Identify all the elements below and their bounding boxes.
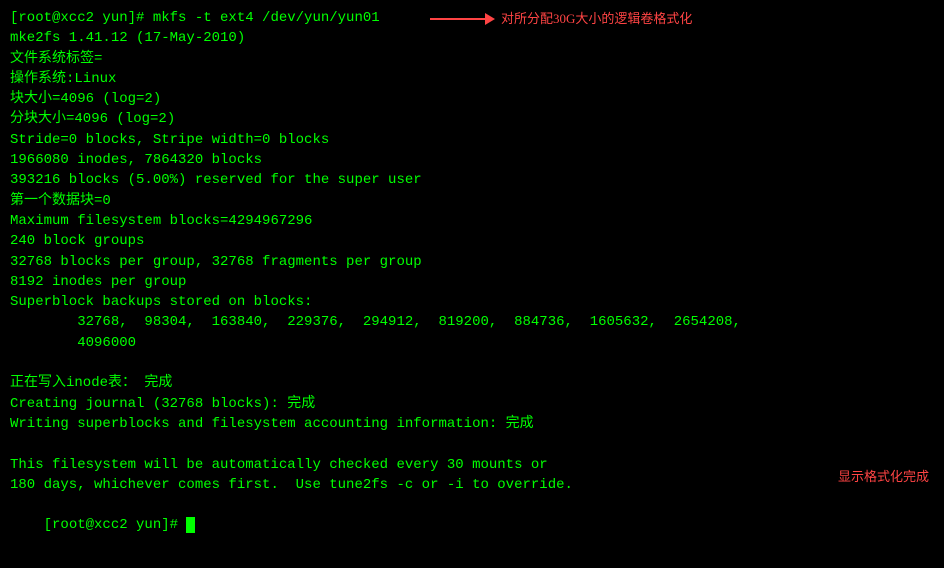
terminal-line-12: 240 block groups [10,231,934,251]
arrow-head-top [485,13,495,25]
annotation-bottom: 显示格式化完成 [838,468,929,487]
terminal-line-16: 32768, 98304, 163840, 229376, 294912, 81… [10,312,934,332]
prompt-text: [root@xcc2 yun]# [44,517,187,533]
terminal-line-9: 393216 blocks (5.00%) reserved for the s… [10,170,934,190]
terminal-line-7: Stride=0 blocks, Stripe width=0 blocks [10,130,934,150]
annotation-bottom-text: 显示格式化完成 [838,468,929,487]
terminal-line-6: 分块大小=4096 (log=2) [10,109,934,129]
terminal-line-8: 1966080 inodes, 7864320 blocks [10,150,934,170]
terminal-line-17: 4096000 [10,333,934,353]
arrow-line-top [430,18,485,20]
terminal-line-10: 第一个数据块=0 [10,191,934,211]
terminal-line-21: Writing superblocks and filesystem accou… [10,414,934,434]
terminal-line-2: mke2fs 1.41.12 (17-May-2010) [10,28,934,48]
terminal-cursor [186,517,195,533]
terminal-line-19: 正在写入inode表： 完成 [10,373,934,393]
terminal-line-13: 32768 blocks per group, 32768 fragments … [10,252,934,272]
annotation-top-text: 对所分配30G大小的逻辑卷格式化 [501,10,692,29]
terminal-line-5: 块大小=4096 (log=2) [10,89,934,109]
terminal-line-15: Superblock backups stored on blocks: [10,292,934,312]
terminal-line-3: 文件系统标签= [10,49,934,69]
terminal-line-20: Creating journal (32768 blocks): 完成 [10,394,934,414]
annotation-top: 对所分配30G大小的逻辑卷格式化 [430,10,692,29]
terminal: 对所分配30G大小的逻辑卷格式化 [root@xcc2 yun]# mkfs -… [0,0,944,568]
terminal-line-14: 8192 inodes per group [10,272,934,292]
terminal-line-25: [root@xcc2 yun]# [10,495,934,556]
terminal-line-4: 操作系统:Linux [10,69,934,89]
terminal-line-22 [10,434,934,454]
terminal-line-11: Maximum filesystem blocks=4294967296 [10,211,934,231]
terminal-line-24: 180 days, whichever comes first. Use tun… [10,475,934,495]
terminal-line-18 [10,353,934,373]
terminal-line-23: This filesystem will be automatically ch… [10,455,934,475]
